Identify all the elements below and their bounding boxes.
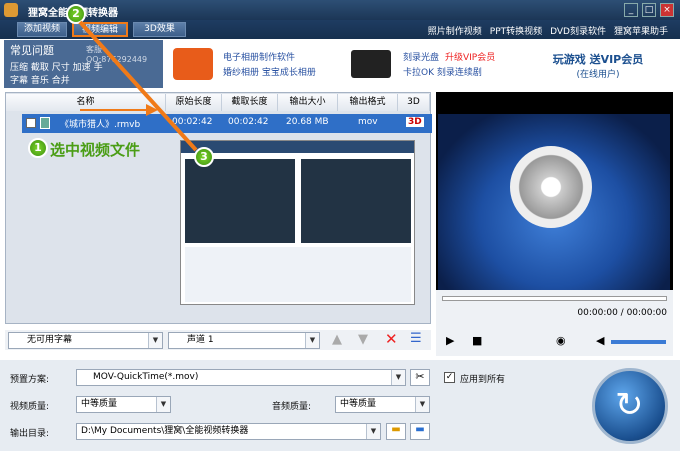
volume-slider[interactable] (611, 340, 666, 344)
clear-list-icon[interactable]: ☰ (410, 331, 422, 346)
open-folder-icon[interactable]: ▬ (410, 423, 430, 440)
chevron-down-icon: ▼ (391, 370, 405, 385)
audio-track-value: 声道 1 (187, 335, 214, 345)
stop-icon[interactable]: ■ (472, 334, 482, 347)
film-reel-icon (510, 146, 592, 228)
delete-icon[interactable]: ✕ (385, 330, 398, 348)
output-dir-label: 输出目录: (10, 429, 50, 439)
preset-value: MOV-QuickTime(*.mov) (93, 372, 199, 382)
video-quality-label: 视频质量: (10, 402, 50, 412)
seek-bar[interactable] (442, 296, 667, 301)
video-quality-value: 中等质量 (81, 399, 118, 409)
apply-all-checkbox[interactable]: ✓ (444, 372, 455, 383)
output-dir-field[interactable]: D:\My Documents\狸窝\全能视频转换器 ▼ (76, 423, 381, 440)
audio-track-dropdown[interactable]: 声道 1 ▼ (168, 332, 320, 349)
chevron-down-icon: ▼ (366, 424, 380, 439)
play-icon[interactable]: ▶ (446, 334, 454, 347)
settings-panel: 预置方案: MOV-QuickTime(*.mov) ▼ ✂ ✓ 应用到所有 视… (0, 360, 680, 451)
chevron-down-icon: ▼ (156, 397, 170, 412)
move-down-icon[interactable]: ▼ (358, 332, 368, 347)
subtitle-audio-bar: 无可用字幕 ▼ 声道 1 ▼ ▲ ▼ ✕ ☰ (5, 330, 431, 350)
audio-quality-label: 音频质量: (272, 402, 312, 412)
audio-quality-dropdown[interactable]: 中等质量 ▼ (335, 396, 430, 413)
video-quality-dropdown[interactable]: 中等质量 ▼ (76, 396, 171, 413)
player-controls: 00:00:00 / 00:00:00 ▶ ■ ◉ ◀ (436, 290, 673, 356)
output-dir-value: D:\My Documents\狸窝\全能视频转换器 (81, 426, 249, 436)
chevron-down-icon: ▼ (415, 397, 429, 412)
subtitle-dropdown[interactable]: 无可用字幕 ▼ (8, 332, 163, 349)
camera-icon[interactable]: ◉ (556, 334, 566, 347)
arrow-line (78, 20, 198, 152)
audio-quality-value: 中等质量 (340, 399, 377, 409)
time-display: 00:00:00 / 00:00:00 (577, 308, 667, 318)
convert-arrow-icon: ↻ (615, 385, 644, 425)
volume-icon[interactable]: ◀ (596, 334, 604, 347)
chevron-down-icon: ▼ (148, 333, 162, 348)
film-reel-image (438, 114, 670, 290)
move-up-icon[interactable]: ▲ (332, 332, 342, 347)
settings-tools-icon[interactable]: ✂ (410, 369, 430, 386)
chevron-down-icon: ▼ (305, 333, 319, 348)
apply-all-label: 应用到所有 (460, 375, 506, 385)
subtitle-value: 无可用字幕 (27, 335, 73, 345)
preset-label: 预置方案: (10, 375, 50, 385)
convert-button[interactable]: ↻ (592, 368, 668, 444)
browse-folder-icon[interactable]: ▬ (386, 423, 406, 440)
preset-dropdown[interactable]: MOV-QuickTime(*.mov) ▼ (76, 369, 406, 386)
